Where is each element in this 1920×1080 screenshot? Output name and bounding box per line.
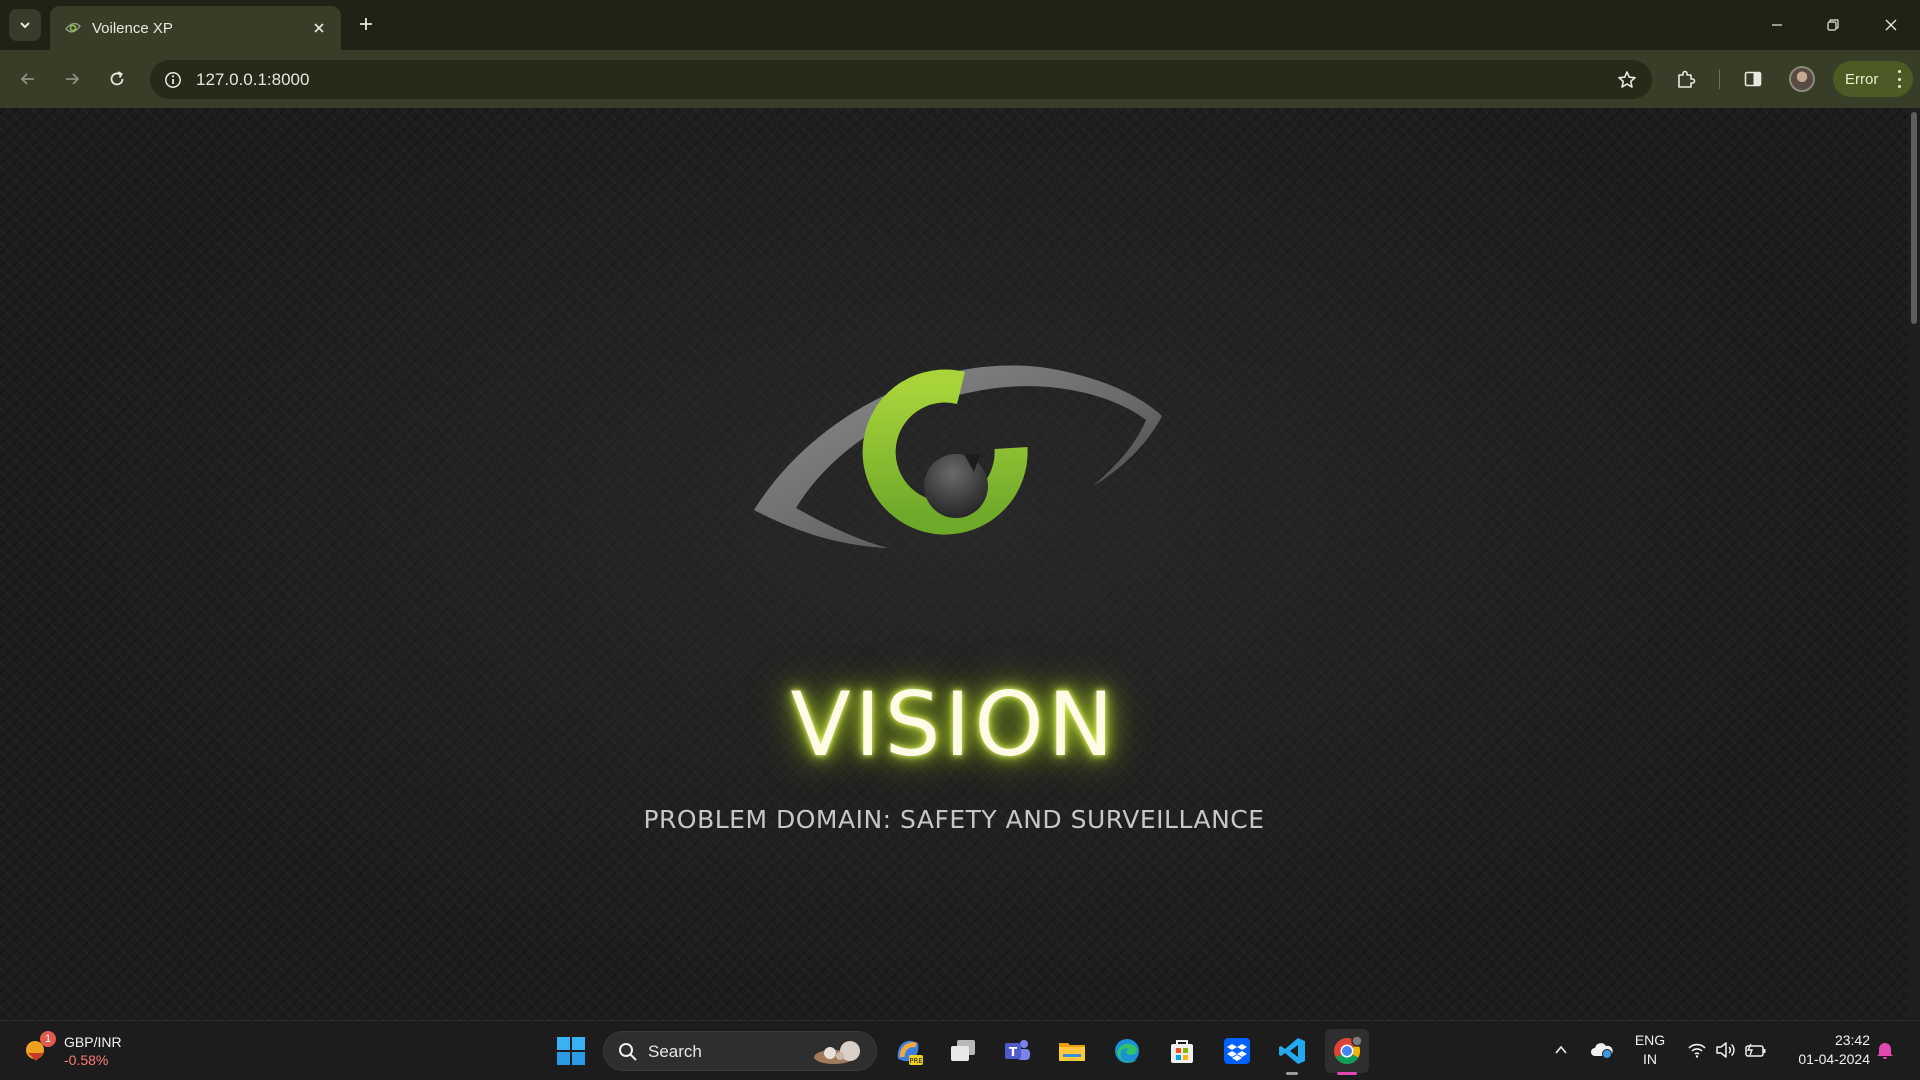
chevron-up-icon <box>1555 1045 1567 1054</box>
taskbar-search[interactable]: Search <box>603 1031 877 1071</box>
search-icon <box>619 1043 637 1061</box>
battery-icon <box>1745 1043 1766 1057</box>
task-view-button[interactable] <box>941 1029 985 1073</box>
forward-button[interactable] <box>56 63 88 95</box>
close-icon <box>1885 19 1897 31</box>
minimize-button[interactable] <box>1762 10 1792 40</box>
copilot-icon: PRE <box>897 1040 923 1065</box>
tab-search-button[interactable] <box>9 9 41 41</box>
language-indicator[interactable]: ENG IN <box>1632 1031 1668 1069</box>
bell-icon <box>1877 1043 1893 1059</box>
store-icon <box>1171 1040 1193 1063</box>
page-viewport: VISION PROBLEM DOMAIN: SAFETY AND SURVEI… <box>0 108 1908 1020</box>
edge-icon <box>1115 1039 1139 1063</box>
battery-button[interactable] <box>1743 1037 1769 1063</box>
address-bar[interactable]: 127.0.0.1:8000 <box>150 60 1652 99</box>
copilot-button[interactable]: PRE <box>886 1029 930 1073</box>
notification-badge: 1 <box>40 1031 56 1047</box>
back-button[interactable] <box>12 63 44 95</box>
url-text[interactable]: 127.0.0.1:8000 <box>196 70 309 90</box>
volume-button[interactable] <box>1713 1037 1739 1063</box>
search-label: Search <box>648 1042 702 1061</box>
side-panel-icon <box>1744 71 1762 87</box>
teams-button[interactable]: T <box>995 1029 1039 1073</box>
scrollbar-thumb[interactable] <box>1911 112 1917 324</box>
reload-button[interactable] <box>101 63 133 95</box>
speaker-icon <box>1716 1042 1735 1058</box>
folder-icon <box>1059 1043 1085 1061</box>
side-panel-button[interactable] <box>1737 63 1769 95</box>
page-subtitle: PROBLEM DOMAIN: SAFETY AND SURVEILLANCE <box>643 805 1265 834</box>
more-menu-icon[interactable] <box>1897 70 1901 88</box>
language-code: ENG <box>1634 1032 1666 1048</box>
chrome-button[interactable] <box>1325 1029 1369 1073</box>
search-highlight-icon <box>814 1041 860 1064</box>
chevron-down-icon <box>20 22 30 29</box>
wifi-icon <box>1688 1043 1706 1058</box>
profile-error-button[interactable]: Error <box>1833 61 1913 97</box>
microsoft-store-button[interactable] <box>1160 1029 1204 1073</box>
restore-icon <box>1827 19 1839 31</box>
reload-icon <box>110 71 124 86</box>
dropbox-icon <box>1224 1038 1250 1064</box>
arrow-left-icon <box>20 73 34 85</box>
eye-logo-icon <box>754 365 1162 548</box>
show-hidden-icons-button[interactable] <box>1548 1037 1574 1063</box>
task-view-icon <box>951 1040 975 1061</box>
profile-avatar[interactable] <box>1789 66 1815 92</box>
new-tab-button[interactable] <box>352 10 380 38</box>
clock-time: 23:42 <box>1834 1032 1870 1048</box>
currency-pair: GBP/INR <box>64 1034 122 1050</box>
profile-error-label: Error <box>1845 70 1879 88</box>
wifi-button[interactable] <box>1684 1037 1710 1063</box>
page-title: VISION <box>790 673 1118 776</box>
browser-tab[interactable]: Voilence XP <box>50 6 341 50</box>
plus-icon <box>360 18 372 30</box>
dropbox-button[interactable] <box>1215 1029 1259 1073</box>
windows-taskbar: 1 GBP/INR -0.58% Search PRE T ENG IN 23:… <box>0 1020 1920 1080</box>
edge-button[interactable] <box>1105 1029 1149 1073</box>
vscode-icon <box>1279 1038 1305 1064</box>
extensions-button[interactable] <box>1670 63 1702 95</box>
cloud-sync-icon <box>1591 1043 1613 1059</box>
clock-date: 01-04-2024 <box>1798 1051 1870 1067</box>
browser-titlebar: Voilence XP <box>0 0 1920 50</box>
restore-button[interactable] <box>1818 10 1848 40</box>
vscode-running-indicator <box>1286 1072 1298 1075</box>
onedrive-button[interactable] <box>1589 1037 1615 1063</box>
page-scrollbar[interactable] <box>1908 108 1920 1020</box>
arrow-right-icon <box>66 73 80 85</box>
puzzle-icon <box>1678 70 1696 88</box>
bookmark-star-icon[interactable] <box>1614 67 1640 93</box>
tab-title: Voilence XP <box>92 19 173 37</box>
toolbar-divider <box>1719 69 1720 89</box>
site-info-icon[interactable] <box>160 67 186 93</box>
teams-icon: T <box>1005 1040 1030 1060</box>
close-window-button[interactable] <box>1876 10 1906 40</box>
browser-toolbar: 127.0.0.1:8000 Error <box>0 50 1920 108</box>
file-explorer-button[interactable] <box>1050 1029 1094 1073</box>
tab-close-icon[interactable] <box>309 18 329 38</box>
chrome-icon <box>1334 1035 1363 1065</box>
region-code: IN <box>1643 1051 1657 1067</box>
system-clock[interactable]: 23:42 01-04-2024 <box>1780 1031 1870 1069</box>
favicon-eye-icon <box>64 19 82 37</box>
start-button[interactable] <box>549 1029 593 1073</box>
currency-change: -0.58% <box>64 1052 109 1068</box>
currency-widget[interactable]: 1 GBP/INR -0.58% <box>22 1031 142 1071</box>
svg-text:PRE: PRE <box>909 1057 923 1065</box>
notifications-button[interactable] <box>1872 1037 1898 1063</box>
chrome-active-indicator <box>1337 1072 1357 1075</box>
windows-logo-icon <box>557 1037 585 1065</box>
vscode-button[interactable] <box>1270 1029 1314 1073</box>
minimize-icon <box>1772 24 1782 26</box>
svg-text:T: T <box>1009 1045 1018 1059</box>
